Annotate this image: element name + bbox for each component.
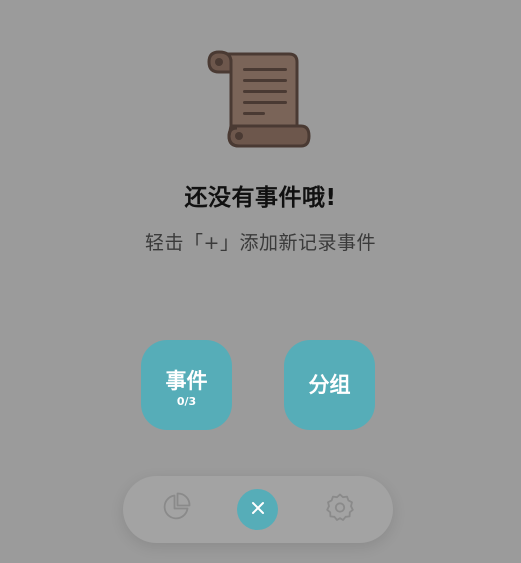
bottom-nav-bar: [123, 476, 393, 543]
close-button[interactable]: [237, 489, 278, 530]
stats-button[interactable]: [156, 489, 196, 529]
events-count: 0/3: [176, 394, 197, 408]
events-button[interactable]: 事件 0/3: [141, 340, 232, 430]
settings-button[interactable]: [320, 489, 360, 529]
empty-state-title: 还没有事件哦!: [184, 185, 337, 211]
app-screen: 还没有事件哦! 轻击「+」添加新记录事件 事件 0/3 分组: [0, 0, 521, 563]
empty-state-hint: 轻击「+」添加新记录事件: [145, 232, 376, 254]
groups-button[interactable]: 分组: [284, 340, 375, 430]
groups-label: 分组: [308, 373, 351, 397]
gear-icon: [325, 492, 355, 526]
pie-chart-icon: [161, 492, 191, 526]
close-icon: [250, 500, 266, 520]
scroll-icon: [205, 48, 311, 152]
events-label: 事件: [165, 368, 208, 393]
